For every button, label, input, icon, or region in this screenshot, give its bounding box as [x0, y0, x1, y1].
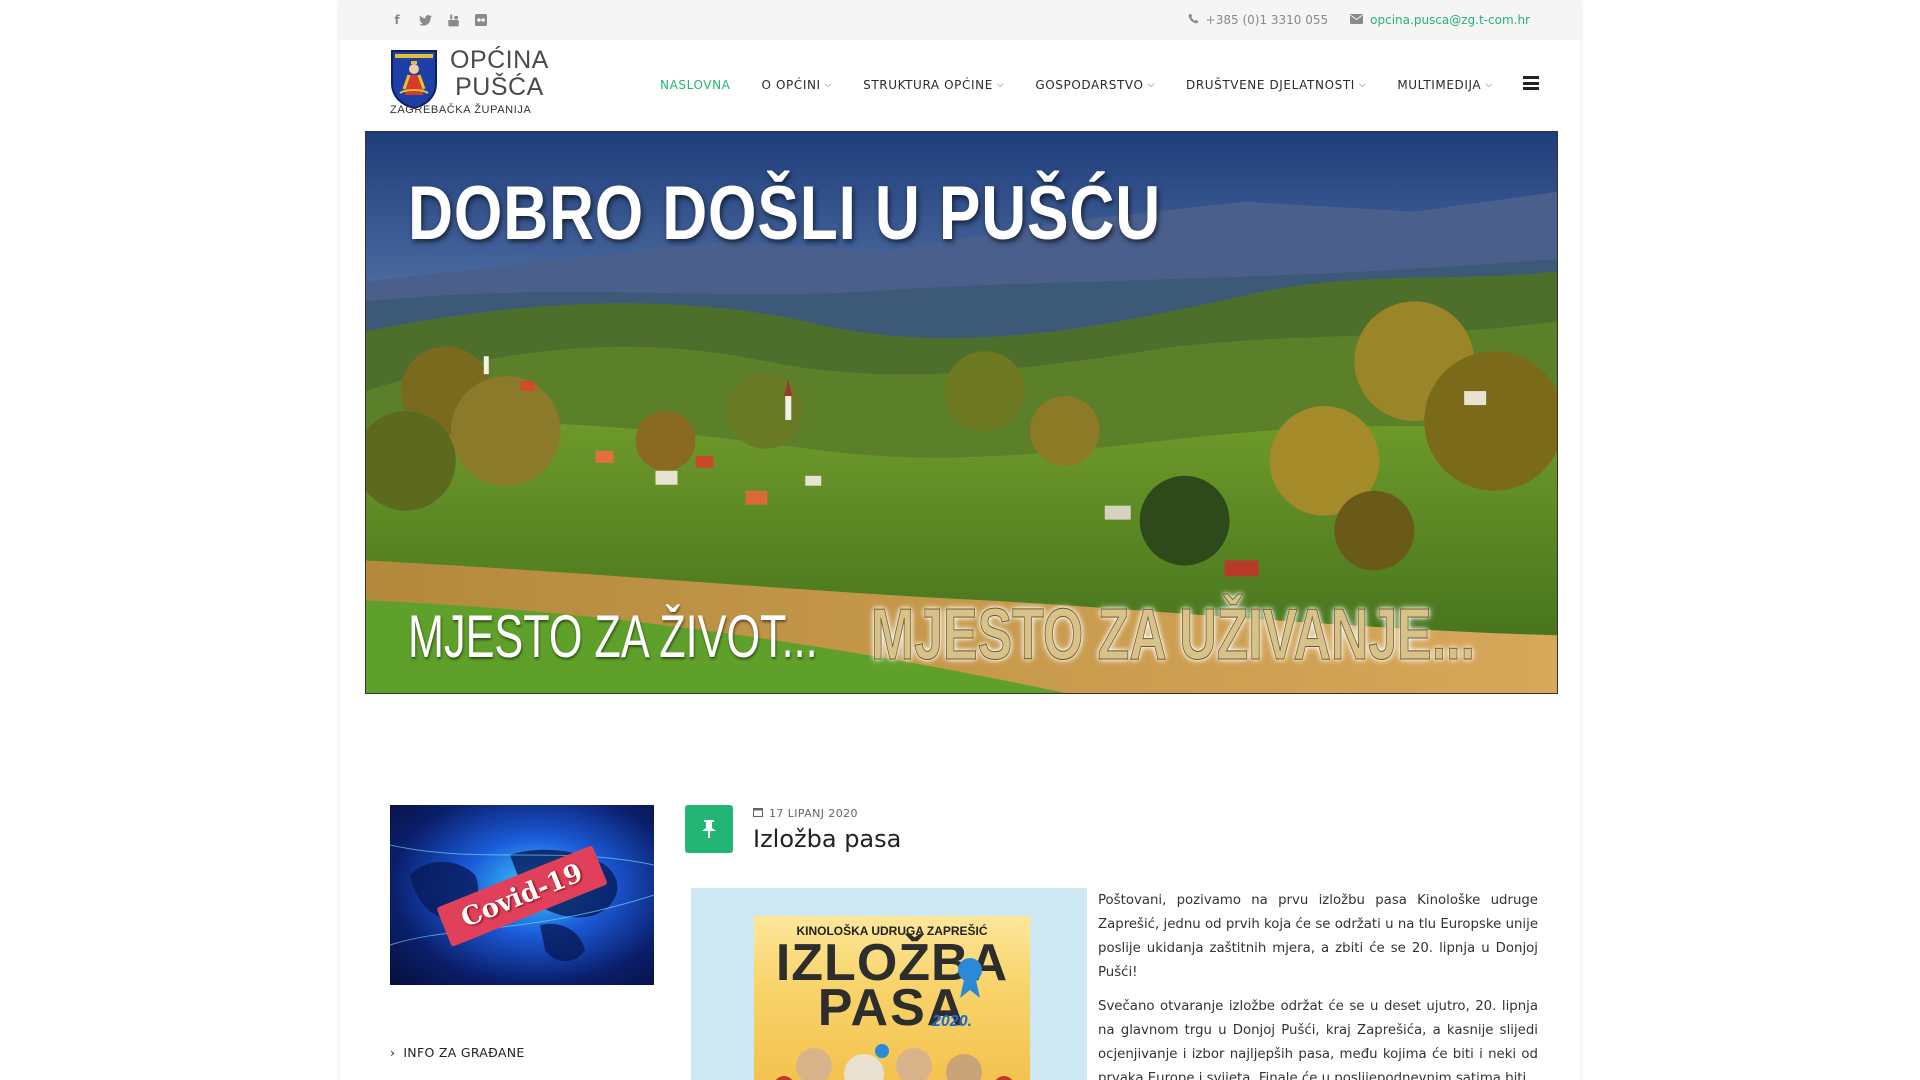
youtube-icon[interactable]	[446, 13, 460, 27]
site-header: OPĆINA PUŠĆA ZAGREBAČKA ŽUPANIJA NASLOVN…	[340, 40, 1580, 130]
post-date: 17 LIPANJ 2020	[753, 807, 858, 820]
post-body: Poštovani, pozivamo na prvu izložbu pasa…	[1098, 889, 1538, 1080]
nav-item-gospodarstvo[interactable]: GOSPODARSTVO ⌵	[1035, 78, 1155, 92]
chevron-down-icon: ⌵	[1147, 80, 1155, 90]
email-contact[interactable]: opcina.pusca@zg.t-com.hr	[1350, 13, 1530, 27]
sidebar: Covid-19 › INFO ZA GRAĐANE	[390, 805, 655, 1060]
sidebar-item-info-za-gradane[interactable]: › INFO ZA GRAĐANE	[390, 1045, 655, 1060]
dogs-illustration	[776, 958, 1012, 1080]
chevron-down-icon: ⌵	[996, 80, 1005, 90]
logo-line1: OPĆINA	[450, 46, 549, 74]
post-title[interactable]: Izložba pasa	[753, 825, 901, 853]
nav-label: MULTIMEDIJA	[1397, 78, 1482, 92]
logo-text: OPĆINA PUŠĆA ZAGREBAČKA ŽUPANIJA	[390, 46, 549, 117]
chevron-down-icon: ⌵	[1358, 80, 1367, 90]
site-logo[interactable]: OPĆINA PUŠĆA ZAGREBAČKA ŽUPANIJA	[390, 47, 549, 123]
covid-banner[interactable]: Covid-19	[390, 805, 654, 985]
facebook-icon[interactable]: f	[390, 13, 404, 27]
hamburger-menu-icon[interactable]	[1523, 76, 1539, 90]
post-image[interactable]: KINOLOŠKA UDRUGA ZAPREŠIĆ IZLOŽBA PASA 2…	[691, 888, 1087, 1080]
nav-item-naslovna[interactable]: NASLOVNA	[660, 78, 731, 92]
social-links: f	[390, 13, 488, 27]
hero-banner: DOBRO DOŠLI U PUŠĆU MJESTO ZA ŽIVOT... M…	[365, 131, 1558, 694]
nav-item-multimedija[interactable]: MULTIMEDIJA ⌵	[1397, 78, 1492, 92]
nav-label: STRUKTURA OPĆINE	[863, 78, 993, 92]
sidebar-item-label: INFO ZA GRAĐANE	[403, 1045, 525, 1060]
phone-contact: +385 (0)1 3310 055	[1188, 13, 1328, 27]
hero-tagline-life: MJESTO ZA ŽIVOT...	[408, 603, 818, 670]
nav-label: GOSPODARSTVO	[1035, 78, 1144, 92]
logo-subtitle: ZAGREBAČKA ŽUPANIJA	[390, 104, 532, 116]
post-date-text: 17 LIPANJ 2020	[769, 807, 858, 820]
post-paragraph: Poštovani, pozivamo na prvu izložbu pasa…	[1098, 893, 1538, 980]
nav-item-struktura-opcine[interactable]: STRUKTURA OPĆINE ⌵	[863, 78, 1004, 92]
logo-line2: PUŠĆA	[455, 73, 544, 101]
chevron-down-icon: ⌵	[824, 80, 833, 90]
hero-tagline-enjoy: MJESTO ZA UŽIVANJE...	[871, 595, 1476, 676]
page-container: f +385 (0)1 3310 055 opcina.pusca@zg.t-c…	[340, 0, 1580, 1080]
main-nav: NASLOVNA O OPĆINI ⌵ STRUKTURA OPĆINE ⌵ G…	[660, 40, 1493, 130]
nav-item-o-opcini[interactable]: O OPĆINI ⌵	[762, 78, 833, 92]
phone-icon	[1188, 13, 1199, 27]
top-bar: f +385 (0)1 3310 055 opcina.pusca@zg.t-c…	[340, 0, 1580, 40]
envelope-icon	[1350, 13, 1364, 27]
nav-label: O OPĆINI	[761, 78, 821, 92]
twitter-icon[interactable]	[418, 13, 432, 27]
coat-of-arms-icon	[391, 50, 437, 109]
chevron-right-icon: ›	[390, 1045, 396, 1060]
chevron-down-icon: ⌵	[1485, 80, 1493, 90]
phone-number: +385 (0)1 3310 055	[1205, 13, 1329, 27]
contact-info: +385 (0)1 3310 055 opcina.pusca@zg.t-com…	[1188, 13, 1530, 27]
calendar-icon	[753, 807, 763, 820]
email-link[interactable]: opcina.pusca@zg.t-com.hr	[1370, 13, 1530, 27]
nav-label: DRUŠTVENE DJELATNOSTI	[1185, 78, 1355, 92]
nav-label: NASLOVNA	[660, 78, 731, 92]
hero-title: DOBRO DOŠLI U PUŠĆU	[408, 171, 1162, 256]
post-paragraph: Svečano otvaranje izložbe održat će se u…	[1098, 999, 1538, 1080]
dog-show-poster: KINOLOŠKA UDRUGA ZAPREŠIĆ IZLOŽBA PASA 2…	[754, 916, 1030, 1080]
flickr-icon[interactable]	[474, 13, 488, 27]
pin-icon	[685, 805, 733, 853]
nav-item-drustvene-djelatnosti[interactable]: DRUŠTVENE DJELATNOSTI ⌵	[1186, 78, 1366, 92]
